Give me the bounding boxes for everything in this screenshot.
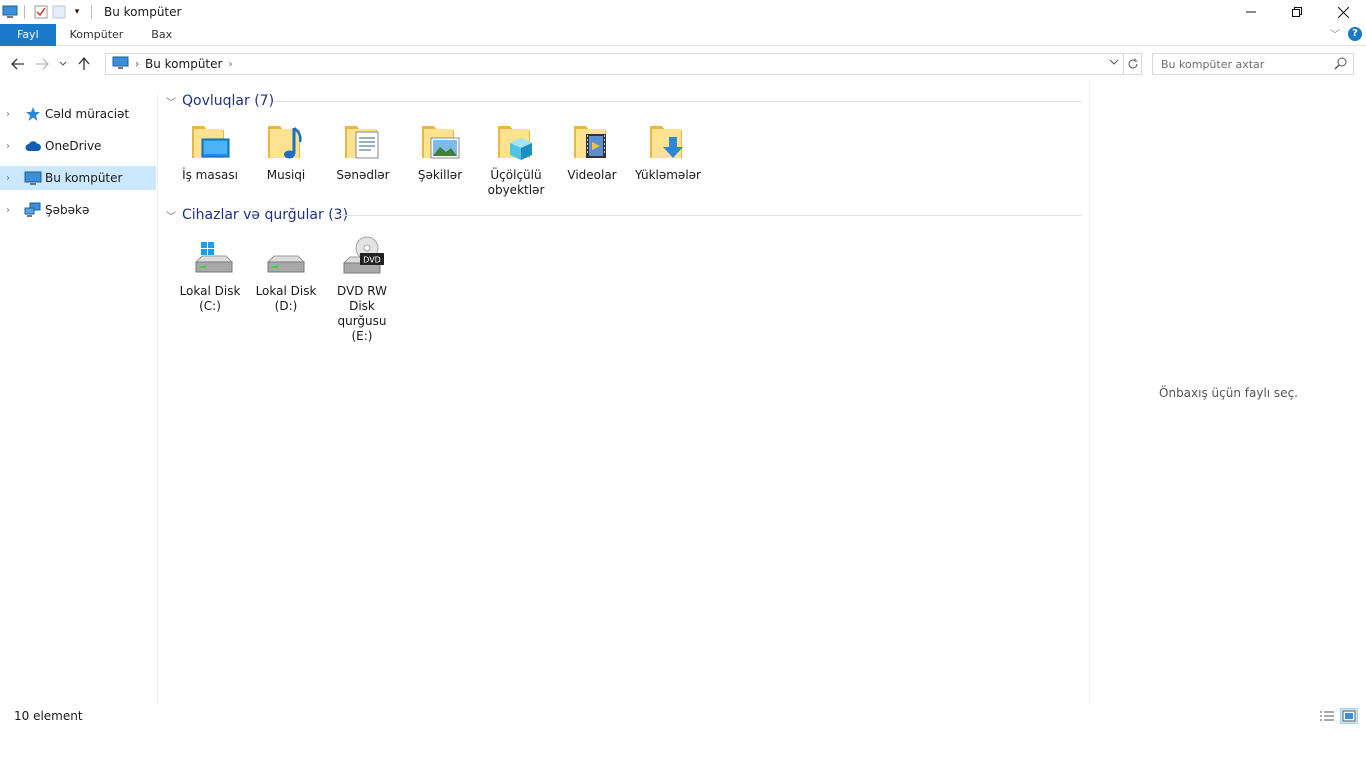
item-label: Musiqi bbox=[266, 168, 306, 182]
chevron-right-icon[interactable]: › bbox=[135, 59, 139, 70]
cloud-icon bbox=[24, 138, 42, 154]
preview-pane: Önbaxış üçün faylı seç. bbox=[1089, 80, 1366, 704]
chevron-right-icon[interactable]: › bbox=[6, 141, 18, 152]
item-label: Lokal Disk (D:) bbox=[255, 284, 317, 313]
quick-access-toolbar: ▾ bbox=[0, 0, 98, 24]
navigation-bar: › Bu kompüter › bbox=[0, 50, 1366, 78]
item-label: Yükləmələr bbox=[635, 168, 701, 182]
breadcrumb: › Bu kompüter › bbox=[112, 56, 238, 73]
network-icon bbox=[24, 202, 42, 218]
3d-objects-folder-icon bbox=[492, 118, 540, 166]
close-button[interactable] bbox=[1320, 0, 1366, 24]
help-icon[interactable]: ? bbox=[1348, 26, 1362, 41]
nav-item-label: Cəld müraciət bbox=[45, 107, 130, 121]
group-divider bbox=[340, 215, 1082, 216]
navigation-pane: › Cəld müraciət › OneDrive › Bu kompüter… bbox=[0, 94, 158, 704]
item-label: Videolar bbox=[567, 168, 617, 182]
tab-computer[interactable]: Kompüter bbox=[56, 24, 138, 46]
group-title: Qovluqlar (7) bbox=[182, 93, 275, 109]
refresh-button[interactable] bbox=[1124, 53, 1142, 75]
tab-file[interactable]: Fayl bbox=[0, 23, 56, 46]
back-button[interactable] bbox=[6, 52, 30, 76]
item-label: Şəkillər bbox=[417, 168, 463, 182]
chevron-right-icon[interactable]: › bbox=[6, 173, 18, 184]
chevron-right-icon[interactable]: › bbox=[6, 205, 18, 216]
search-input[interactable] bbox=[1161, 57, 1331, 71]
content-area: ﹀ Qovluqlar (7) İş masası Musiqi Sənədlə… bbox=[162, 88, 1086, 704]
nav-item-this-pc[interactable]: › Bu kompüter bbox=[0, 166, 156, 190]
large-icons-view-icon[interactable] bbox=[1340, 708, 1358, 724]
system-drive-icon bbox=[186, 234, 234, 282]
preview-placeholder-text: Önbaxış üçün faylı seç. bbox=[1159, 386, 1298, 400]
item-label: Üçölçülü obyektlər bbox=[487, 168, 545, 197]
group-header-devices[interactable]: ﹀ Cihazlar və qurğular (3) bbox=[166, 204, 348, 226]
group-title: Cihazlar və qurğular (3) bbox=[182, 207, 349, 223]
nav-item-quick-access[interactable]: › Cəld müraciət bbox=[0, 102, 156, 126]
window-title: Bu kompüter bbox=[104, 5, 182, 19]
new-folder-icon[interactable] bbox=[51, 4, 67, 20]
drive-tile[interactable]: Lokal Disk (D:) bbox=[250, 234, 322, 314]
chevron-down-icon[interactable]: ﹀ bbox=[166, 94, 176, 109]
folder-tile[interactable]: Musiqi bbox=[250, 118, 322, 183]
nav-item-label: Şəbəkə bbox=[45, 203, 90, 217]
chevron-right-icon[interactable]: › bbox=[6, 109, 18, 120]
folder-tile[interactable]: Yükləmələr bbox=[632, 118, 704, 183]
drive-tile[interactable]: DVD DVD RW Disk qurğusu (E:) bbox=[326, 234, 398, 344]
item-label: DVD RW Disk qurğusu (E:) bbox=[336, 284, 387, 343]
computer-icon[interactable] bbox=[2, 4, 18, 20]
customize-toolbar-icon[interactable]: ▾ bbox=[69, 4, 85, 20]
item-label: Lokal Disk (C:) bbox=[179, 284, 241, 313]
title-bar: ▾ Bu kompüter bbox=[0, 0, 1366, 24]
folder-tile[interactable]: Videolar bbox=[556, 118, 628, 183]
details-view-icon[interactable] bbox=[1318, 708, 1336, 724]
expand-ribbon-icon[interactable]: ﹀ bbox=[1330, 26, 1340, 41]
item-label: İş masası bbox=[182, 168, 238, 182]
pictures-folder-icon bbox=[416, 118, 464, 166]
tab-view[interactable]: Bax bbox=[137, 24, 186, 46]
drive-tile[interactable]: Lokal Disk (C:) bbox=[174, 234, 246, 314]
properties-icon[interactable] bbox=[33, 4, 49, 20]
ribbon-tabs: Fayl Kompüter Bax ﹀ ? bbox=[0, 23, 1366, 46]
folder-tile[interactable]: İş masası bbox=[174, 118, 246, 183]
item-count: 10 element bbox=[14, 709, 83, 723]
item-label: Sənədlər bbox=[336, 168, 390, 182]
group-divider bbox=[274, 101, 1082, 102]
downloads-folder-icon bbox=[644, 118, 692, 166]
videos-folder-icon bbox=[568, 118, 616, 166]
restore-button[interactable] bbox=[1274, 0, 1320, 24]
group-header-folders[interactable]: ﹀ Qovluqlar (7) bbox=[166, 90, 274, 112]
chevron-down-icon[interactable]: ﹀ bbox=[166, 208, 176, 223]
folder-tile[interactable]: Şəkillər bbox=[404, 118, 476, 183]
dvd-drive-icon: DVD bbox=[338, 234, 386, 282]
chevron-right-icon[interactable]: › bbox=[228, 59, 232, 70]
toolbar-separator bbox=[24, 5, 25, 19]
minimize-button[interactable] bbox=[1228, 0, 1274, 24]
search-icon[interactable] bbox=[1334, 57, 1347, 73]
nav-item-onedrive[interactable]: › OneDrive bbox=[0, 134, 156, 158]
recent-locations-button[interactable] bbox=[54, 52, 72, 76]
address-bar[interactable]: › Bu kompüter › bbox=[105, 53, 1124, 75]
search-box[interactable] bbox=[1152, 53, 1354, 75]
status-bar: 10 element bbox=[0, 704, 1366, 728]
desktop-folder-icon bbox=[186, 118, 234, 166]
computer-icon bbox=[112, 56, 129, 73]
folder-tile[interactable]: Üçölçülü obyektlər bbox=[480, 118, 552, 198]
computer-icon bbox=[24, 170, 42, 186]
nav-item-network[interactable]: › Şəbəkə bbox=[0, 198, 156, 222]
documents-folder-icon bbox=[339, 118, 387, 166]
address-history-dropdown[interactable] bbox=[1109, 56, 1119, 71]
nav-item-label: Bu kompüter bbox=[45, 171, 123, 185]
drive-icon bbox=[262, 234, 310, 282]
star-icon bbox=[24, 106, 42, 122]
breadcrumb-location[interactable]: Bu kompüter bbox=[145, 57, 222, 71]
toolbar-separator bbox=[91, 5, 92, 19]
nav-item-label: OneDrive bbox=[45, 139, 102, 153]
dvd-badge: DVD bbox=[363, 256, 381, 265]
up-button[interactable] bbox=[72, 52, 96, 76]
folder-tile[interactable]: Sənədlər bbox=[327, 118, 399, 183]
forward-button[interactable] bbox=[30, 52, 54, 76]
music-folder-icon bbox=[262, 118, 310, 166]
